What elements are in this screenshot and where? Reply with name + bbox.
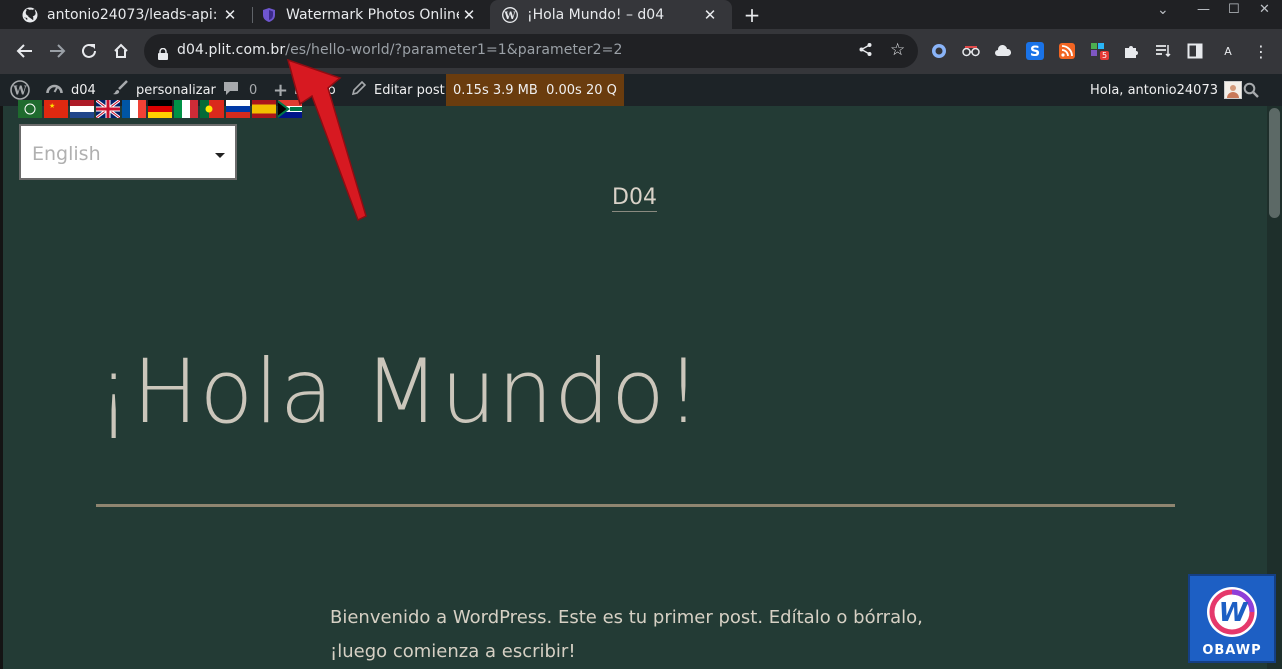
tab-github[interactable]: antonio24073/leads-api: ✕ — [0, 0, 252, 29]
extension-s-icon[interactable]: S — [1025, 41, 1045, 61]
new-tab-button[interactable]: + — [741, 3, 763, 27]
svg-text:★: ★ — [49, 102, 55, 110]
language-select[interactable]: English — [19, 124, 237, 180]
language-select-value: English — [32, 143, 101, 165]
browser-toolbar: d04.plit.com.br/es/hello-world/?paramete… — [0, 29, 1282, 74]
scrollbar-thumb[interactable] — [1269, 108, 1280, 218]
flag-ar-icon[interactable] — [18, 100, 42, 118]
tab-title: antonio24073/leads-api: — [47, 6, 218, 23]
customize-label: personalizar — [136, 82, 216, 98]
chevron-down-icon — [215, 153, 225, 158]
close-tab-icon[interactable]: ✕ — [459, 6, 479, 24]
bookmark-star-icon[interactable]: ☆ — [890, 40, 905, 60]
comments-count: 0 — [249, 82, 258, 98]
new-content-label: Nuevo — [294, 82, 336, 98]
extension-circle-icon[interactable] — [929, 41, 949, 61]
search-icon[interactable] — [1243, 74, 1259, 106]
extension-badge-icon[interactable]: 5 — [1089, 41, 1110, 61]
badge-label: OBAWP — [1202, 643, 1262, 658]
maximize-icon[interactable]: ☐ — [1228, 2, 1240, 17]
query-monitor-stats[interactable]: 0.15s 3.9 MB 0.00s 20 Q — [446, 74, 624, 106]
flag-it-icon[interactable] — [174, 100, 198, 118]
flag-es-icon[interactable] — [252, 100, 276, 118]
reload-icon[interactable] — [77, 39, 101, 63]
address-bar[interactable]: d04.plit.com.br/es/hello-world/?paramete… — [144, 34, 918, 68]
page-left-edge — [0, 106, 3, 669]
extensions-puzzle-icon[interactable] — [1121, 41, 1141, 61]
post-content: Bienvenido a WordPress. Este es tu prime… — [330, 601, 970, 669]
comment-bubble-icon — [223, 81, 239, 100]
svg-text:W: W — [12, 84, 27, 98]
minimize-icon[interactable]: — — [1197, 2, 1210, 17]
avatar — [1224, 81, 1242, 99]
reading-list-icon[interactable] — [1153, 41, 1173, 61]
home-icon[interactable] — [109, 39, 133, 63]
tab-title: Watermark Photos Online — [286, 6, 459, 23]
browser-menu-icon[interactable]: ⋮ — [1251, 41, 1271, 61]
site-title[interactable]: D04 — [612, 185, 657, 212]
lock-icon[interactable] — [158, 45, 168, 64]
github-icon — [22, 7, 38, 23]
close-tab-icon[interactable]: ✕ — [700, 6, 720, 24]
qm-memory: 3.9 MB — [492, 82, 538, 98]
flag-ru-icon[interactable] — [226, 100, 250, 118]
title-divider — [96, 504, 1175, 507]
url-text: d04.plit.com.br/es/hello-world/?paramete… — [177, 42, 622, 58]
rss-icon[interactable] — [1057, 41, 1077, 61]
wordpress-icon: W — [502, 6, 518, 23]
side-panel-icon[interactable] — [1185, 41, 1205, 61]
flag-de-icon[interactable] — [148, 100, 172, 118]
flag-en-icon[interactable] — [96, 100, 120, 118]
paintbrush-icon — [112, 80, 128, 100]
flag-pt-icon[interactable] — [200, 100, 224, 118]
back-icon[interactable] — [13, 39, 37, 63]
svg-text:W: W — [1219, 598, 1249, 628]
tab-title: ¡Hola Mundo! – d04 — [527, 6, 665, 23]
qm-time: 0.15s — [453, 82, 489, 98]
flag-za-icon[interactable] — [278, 100, 302, 118]
site-name: d04 — [71, 82, 96, 98]
post-paragraph-line: Bienvenido a WordPress. Este es tu prime… — [330, 607, 923, 628]
post-paragraph-line: ¡luego comienza a escribir! — [330, 641, 576, 662]
svg-text:W: W — [503, 10, 516, 21]
flag-fr-icon[interactable] — [122, 100, 146, 118]
profile-avatar[interactable]: A — [1218, 41, 1238, 61]
extension-badge-count: 5 — [1100, 51, 1110, 60]
extension-cloud-icon[interactable] — [993, 41, 1013, 61]
tab-search-chevron-icon[interactable]: ⌄ — [1157, 2, 1169, 18]
my-account-menu[interactable]: Hola, antonio24073 — [1090, 74, 1242, 106]
flag-zh-icon[interactable]: ★ — [44, 100, 68, 118]
dashboard-icon — [46, 81, 63, 99]
post-title: ¡Hola Mundo! — [96, 340, 703, 443]
forward-icon[interactable] — [45, 39, 69, 63]
obawp-logo-icon: W — [1207, 587, 1257, 637]
obawp-watermark-logo: W OBAWP — [1188, 574, 1276, 663]
shield-icon — [261, 7, 277, 23]
browser-tab-strip: antonio24073/leads-api: ✕ Watermark Phot… — [0, 0, 1282, 29]
url-host: d04.plit.com.br — [177, 42, 286, 58]
qm-db-time: 0.00s — [546, 82, 582, 98]
close-window-icon[interactable]: ✕ — [1259, 2, 1270, 17]
url-path: /es/hello-world/?parameter1=1&parameter2… — [285, 42, 623, 58]
flag-nl-icon[interactable] — [70, 100, 94, 118]
qm-queries: 20 Q — [585, 82, 617, 98]
tab-watermark[interactable]: Watermark Photos Online ✕ — [239, 0, 491, 29]
edit-post-link[interactable]: Editar post — [351, 74, 445, 106]
plus-icon: + — [273, 79, 289, 101]
svg-text:S: S — [1030, 44, 1040, 60]
pencil-icon — [351, 80, 367, 100]
greeting: Hola, antonio24073 — [1090, 82, 1218, 98]
close-tab-icon[interactable]: ✕ — [220, 6, 240, 24]
edit-post-label: Editar post — [374, 82, 445, 98]
extension-glasses-icon[interactable] — [961, 41, 981, 61]
share-icon[interactable] — [858, 42, 873, 61]
tab-hola-mundo[interactable]: W ¡Hola Mundo! – d04 ✕ — [490, 0, 732, 29]
